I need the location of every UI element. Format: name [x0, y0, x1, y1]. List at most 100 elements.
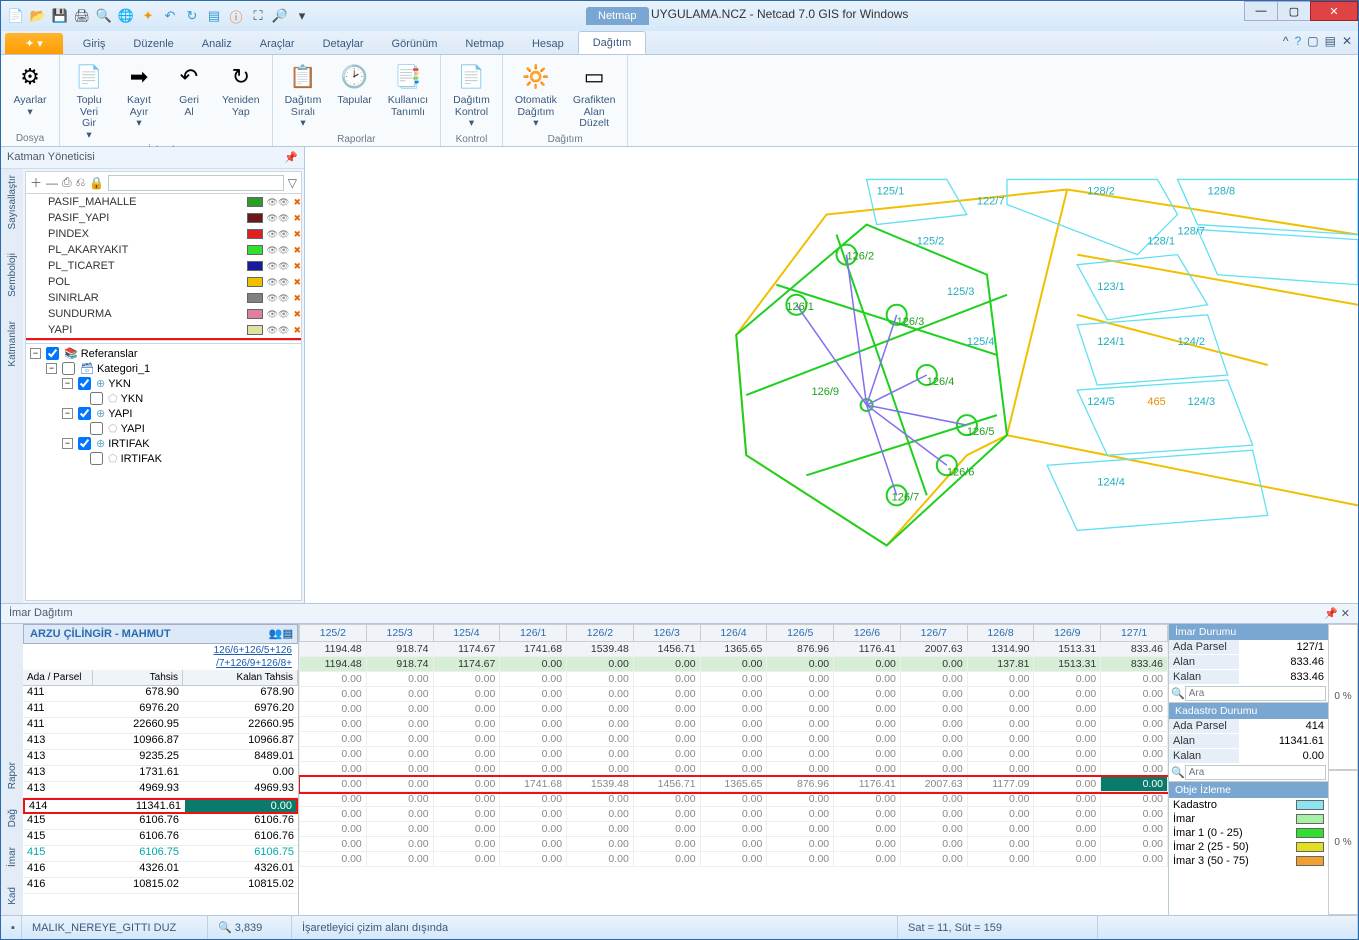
- tree-check[interactable]: [78, 437, 91, 450]
- menu-tab-düzenle[interactable]: Düzenle: [119, 33, 187, 54]
- bottom-tab-kad[interactable]: Kad: [7, 887, 18, 905]
- visibility-icon[interactable]: 👁👁: [267, 277, 290, 288]
- help-up-icon[interactable]: ^: [1283, 34, 1289, 48]
- side-tab-sayısallaştır[interactable]: Sayısallaştır: [7, 175, 18, 229]
- lock-icon[interactable]: ✖: [293, 325, 301, 336]
- menu-tab-görünüm[interactable]: Görünüm: [378, 33, 452, 54]
- obje-row[interactable]: İmar 2 (25 - 50): [1169, 840, 1328, 854]
- imar-search-input[interactable]: [1185, 686, 1326, 701]
- filter-icon[interactable]: ▽: [288, 176, 297, 190]
- visibility-icon[interactable]: 👁👁: [267, 245, 290, 256]
- lock-icon[interactable]: ✖: [293, 245, 301, 256]
- add-layer-icon[interactable]: ＋: [30, 174, 42, 191]
- table-row[interactable]: 4156106.756106.75: [23, 846, 298, 862]
- table-row[interactable]: 4156106.766106.76: [23, 814, 298, 830]
- ribbon-tapular-button[interactable]: 🕑Tapular: [331, 59, 377, 109]
- layer-row[interactable]: YAPI👁👁✖: [26, 322, 301, 338]
- parcel-link-2[interactable]: /7+126/9+126/8+: [23, 657, 298, 670]
- table-row[interactable]: 4164326.014326.01: [23, 862, 298, 878]
- qat-zoom-icon[interactable]: 🔎: [271, 7, 289, 25]
- visibility-icon[interactable]: 👁👁: [267, 309, 290, 320]
- table-row[interactable]: 41310966.8710966.87: [23, 734, 298, 750]
- file-tab[interactable]: ✦ ▾: [5, 33, 63, 54]
- table-row[interactable]: 0.000.000.000.000.000.000.000.000.000.00…: [300, 762, 1168, 777]
- bottom-close-icon[interactable]: ✕: [1341, 608, 1350, 620]
- table-row[interactable]: 41610815.0210815.02: [23, 878, 298, 894]
- tree-expand-icon[interactable]: −: [62, 378, 73, 389]
- obje-row[interactable]: İmar: [1169, 812, 1328, 826]
- layer-tool2-icon[interactable]: ⎌: [76, 175, 86, 190]
- tree-check[interactable]: [78, 377, 91, 390]
- tree-check[interactable]: [90, 452, 103, 465]
- bottom-pin-icon[interactable]: 📌: [1324, 608, 1338, 620]
- kad-search-input[interactable]: [1185, 765, 1326, 780]
- obje-row[interactable]: İmar 1 (0 - 25): [1169, 826, 1328, 840]
- table-row[interactable]: 0.000.000.001741.681539.481456.711365.65…: [300, 777, 1168, 792]
- tree-root-check[interactable]: [46, 347, 59, 360]
- qat-save-icon[interactable]: 💾: [51, 7, 69, 25]
- obje-row[interactable]: Kadastro: [1169, 798, 1328, 812]
- tree-collapse-icon[interactable]: −: [30, 348, 41, 359]
- qat-search-icon[interactable]: 🔍: [95, 7, 113, 25]
- qat-dropdown-icon[interactable]: ▾: [293, 7, 311, 25]
- table-row[interactable]: 0.000.000.000.000.000.000.000.000.000.00…: [300, 852, 1168, 867]
- tree-expand-icon[interactable]: −: [62, 408, 73, 419]
- grid-col-header[interactable]: 125/4: [433, 625, 500, 642]
- ribbon-kayıt-button[interactable]: ➡KayıtAyır▾: [116, 59, 162, 132]
- ribbon-otomatik-button[interactable]: 🔆OtomatikDağıtım▾: [509, 59, 563, 132]
- visibility-icon[interactable]: 👁👁: [267, 261, 290, 272]
- lock-icon[interactable]: ✖: [293, 293, 301, 304]
- grid-col-header[interactable]: 126/9: [1034, 625, 1101, 642]
- side-tab-katmanlar[interactable]: Katmanlar: [7, 321, 18, 367]
- help-window-icon[interactable]: ▢: [1307, 34, 1318, 48]
- pin-icon[interactable]: 📌: [284, 151, 298, 164]
- tree-kat-check[interactable]: [62, 362, 75, 375]
- table-row[interactable]: 0.000.000.000.000.000.000.000.000.000.00…: [300, 807, 1168, 822]
- visibility-icon[interactable]: 👁👁: [267, 293, 290, 304]
- qat-list-icon[interactable]: ▤: [205, 7, 223, 25]
- table-row[interactable]: 4116976.206976.20: [23, 702, 298, 718]
- layer-row[interactable]: PASIF_MAHALLE👁👁✖: [26, 194, 301, 210]
- bottom-tab-rapor[interactable]: Rapor: [7, 762, 18, 789]
- table-row[interactable]: 0.000.000.000.000.000.000.000.000.000.00…: [300, 747, 1168, 762]
- tree-check[interactable]: [78, 407, 91, 420]
- menu-tab-dağıtım[interactable]: Dağıtım: [578, 31, 647, 54]
- table-row[interactable]: 4134969.934969.93: [23, 782, 298, 798]
- table-row[interactable]: 4156106.766106.76: [23, 830, 298, 846]
- owner-tools-icon[interactable]: 👥▤: [269, 627, 293, 640]
- qat-globe-icon[interactable]: 🌐: [117, 7, 135, 25]
- table-row[interactable]: 0.000.000.000.000.000.000.000.000.000.00…: [300, 822, 1168, 837]
- grid-col-header[interactable]: 126/2: [567, 625, 634, 642]
- help-icon[interactable]: ?: [1295, 34, 1302, 48]
- remove-layer-icon[interactable]: —: [46, 176, 58, 190]
- layer-filter-input[interactable]: [108, 175, 284, 191]
- lock-icon[interactable]: ✖: [293, 197, 301, 208]
- qat-redo-icon[interactable]: ↻: [183, 7, 201, 25]
- qat-star-icon[interactable]: ✦: [139, 7, 157, 25]
- layer-lock-icon[interactable]: 🔒: [89, 176, 104, 190]
- grid-col-header[interactable]: 126/4: [700, 625, 767, 642]
- grid-col-header[interactable]: 126/8: [967, 625, 1034, 642]
- ribbon-yeniden-button[interactable]: ↻YenidenYap: [216, 59, 266, 120]
- layer-row[interactable]: PINDEX👁👁✖: [26, 226, 301, 242]
- reference-tree[interactable]: −📚Referanslar −🗃Kategori_1 −⊕YKN⬠YKN−⊕YA…: [26, 344, 301, 600]
- bottom-tab-dag[interactable]: Dağ: [7, 809, 18, 827]
- visibility-icon[interactable]: 👁👁: [267, 229, 290, 240]
- grid-col-header[interactable]: 126/6: [834, 625, 901, 642]
- grid-col-header[interactable]: 125/3: [366, 625, 433, 642]
- grid-col-header[interactable]: 126/3: [633, 625, 700, 642]
- ribbon-dağıtım-button[interactable]: 📋DağıtımSıralı▾: [279, 59, 328, 132]
- help-list-icon[interactable]: ▤: [1325, 34, 1336, 48]
- layer-row[interactable]: SUNDURMA👁👁✖: [26, 306, 301, 322]
- menu-tab-araçlar[interactable]: Araçlar: [246, 33, 309, 54]
- qat-undo-icon[interactable]: ↶: [161, 7, 179, 25]
- layer-tool1-icon[interactable]: ⎙: [62, 175, 72, 190]
- bottom-tab-imar[interactable]: İmar: [7, 847, 18, 867]
- menu-tab-detaylar[interactable]: Detaylar: [309, 33, 378, 54]
- grid-col-header[interactable]: 126/5: [767, 625, 834, 642]
- visibility-icon[interactable]: 👁👁: [267, 213, 290, 224]
- table-row[interactable]: 41122660.9522660.95: [23, 718, 298, 734]
- ribbon-dağıtım-button[interactable]: 📄DağıtımKontrol▾: [447, 59, 496, 132]
- lock-icon[interactable]: ✖: [293, 261, 301, 272]
- parcel-link-1[interactable]: 126/6+126/5+126: [23, 644, 298, 657]
